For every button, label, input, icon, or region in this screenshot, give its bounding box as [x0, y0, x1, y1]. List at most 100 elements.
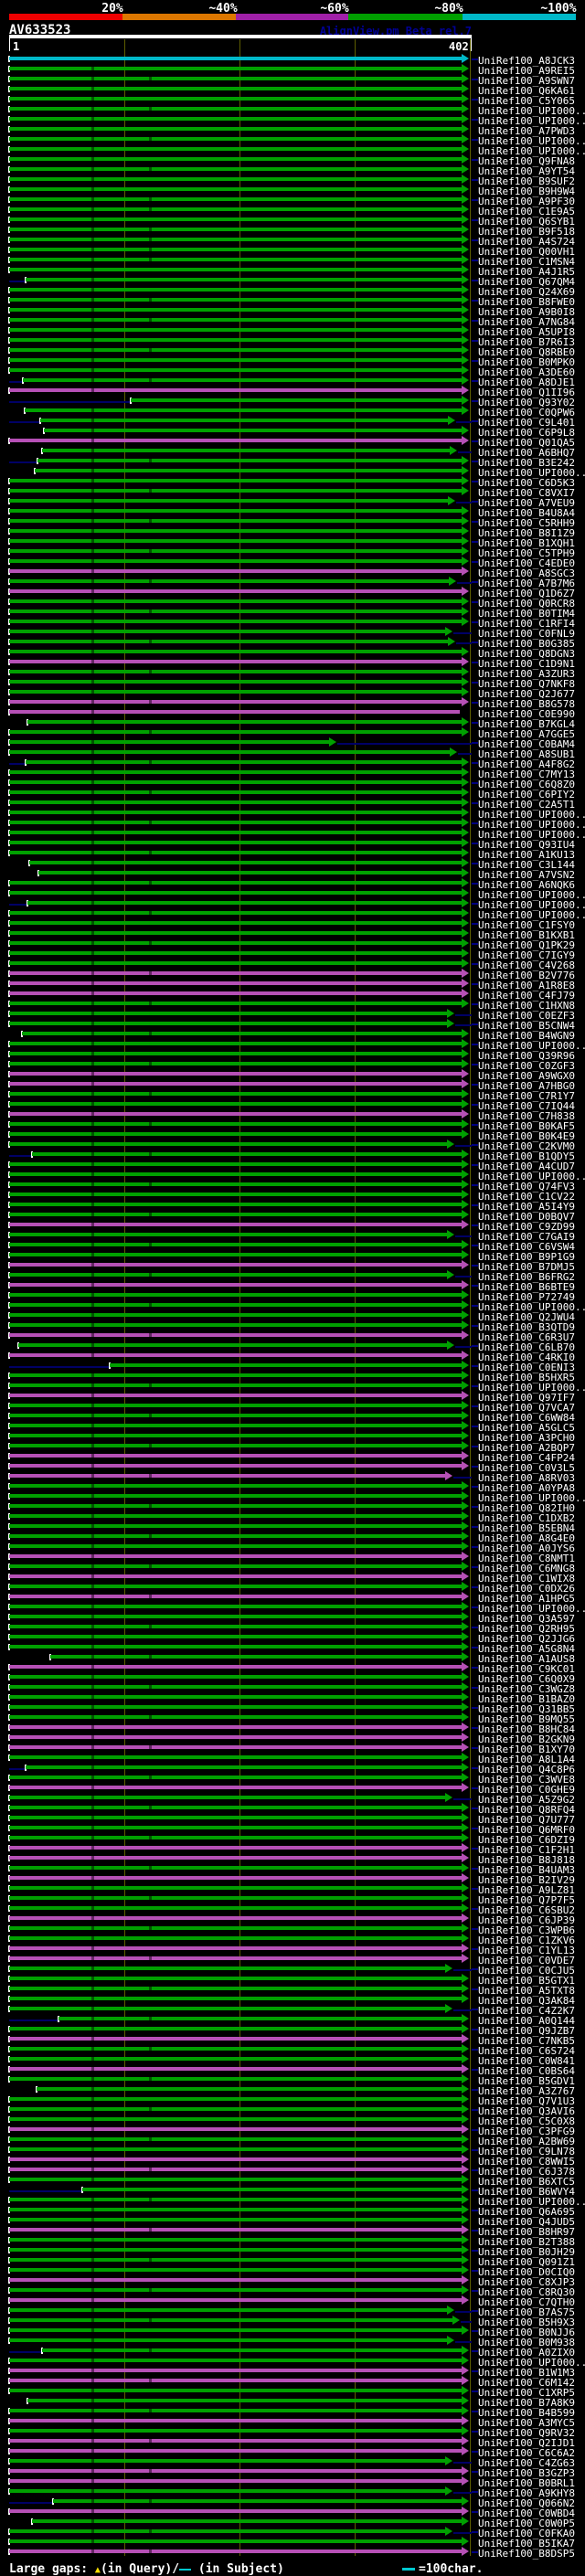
alignment-bar[interactable]	[9, 1383, 462, 1387]
alignment-bar[interactable]	[42, 449, 450, 452]
alignment-bar[interactable]	[9, 1504, 462, 1508]
alignment-bar[interactable]	[9, 1946, 462, 1950]
alignment-bar[interactable]	[9, 137, 462, 141]
alignment-bar[interactable]	[9, 348, 462, 352]
alignment-bar[interactable]	[9, 2248, 462, 2252]
alignment-bar[interactable]	[9, 2218, 462, 2221]
alignment-bar[interactable]	[9, 1283, 462, 1287]
alignment-bar[interactable]	[82, 2188, 462, 2191]
alignment-bar[interactable]	[9, 1916, 462, 1920]
alignment-bar[interactable]	[9, 1605, 462, 1608]
alignment-bar[interactable]	[9, 248, 462, 251]
alignment-bar[interactable]	[9, 1082, 462, 1086]
alignment-bar[interactable]	[9, 539, 462, 543]
alignment-bar[interactable]	[9, 2178, 462, 2181]
alignment-bar[interactable]	[40, 419, 448, 422]
alignment-bar[interactable]	[9, 1554, 462, 1558]
alignment-bar[interactable]	[9, 1132, 462, 1136]
alignment-bar[interactable]	[9, 1866, 462, 1870]
alignment-bar[interactable]	[9, 1303, 462, 1307]
alignment-bar[interactable]	[9, 368, 462, 372]
alignment-bar[interactable]	[9, 2047, 462, 2051]
alignment-bar[interactable]	[9, 2157, 462, 2161]
alignment-bar[interactable]	[18, 1343, 447, 1347]
alignment-bar[interactable]	[9, 1705, 462, 1709]
alignment-bar[interactable]	[9, 1524, 462, 1528]
alignment-bar[interactable]	[9, 2429, 462, 2433]
alignment-bar[interactable]	[9, 1816, 462, 1819]
alignment-bar[interactable]	[9, 1846, 462, 1850]
alignment-bar[interactable]	[9, 831, 462, 834]
alignment-bar[interactable]	[9, 1474, 445, 1478]
alignment-bar[interactable]	[9, 1444, 462, 1447]
alignment-bar[interactable]	[9, 1615, 462, 1618]
alignment-bar[interactable]	[9, 670, 462, 673]
alignment-bar[interactable]	[9, 147, 462, 151]
alignment-bar[interactable]	[9, 1464, 462, 1468]
alignment-bar[interactable]	[9, 1574, 462, 1578]
alignment-bar[interactable]	[9, 358, 462, 362]
alignment-bar[interactable]	[9, 2137, 462, 2141]
alignment-bar[interactable]	[9, 298, 462, 302]
alignment-bar[interactable]	[9, 338, 462, 342]
alignment-bar[interactable]	[9, 258, 462, 261]
alignment-bar[interactable]	[42, 2348, 462, 2352]
alignment-bar[interactable]	[9, 569, 462, 573]
alignment-bar[interactable]	[9, 2369, 462, 2372]
alignment-bar[interactable]	[50, 1655, 462, 1659]
alignment-bar[interactable]	[9, 1454, 462, 1458]
alignment-bar[interactable]	[9, 1695, 462, 1699]
alignment-bar[interactable]	[9, 891, 462, 895]
alignment-bar[interactable]	[9, 77, 462, 80]
alignment-bar[interactable]	[9, 2539, 462, 2543]
alignment-bar[interactable]	[25, 408, 462, 412]
alignment-bar[interactable]	[9, 479, 462, 482]
alignment-bar[interactable]	[9, 921, 462, 925]
alignment-bar[interactable]	[9, 499, 448, 503]
alignment-bar[interactable]	[9, 1404, 462, 1407]
alignment-bar[interactable]	[9, 2067, 462, 2071]
alignment-bar[interactable]	[9, 1022, 447, 1025]
alignment-bar[interactable]	[9, 2268, 462, 2272]
alignment-bar[interactable]	[9, 2288, 462, 2292]
alignment-bar[interactable]	[9, 288, 462, 292]
alignment-bar[interactable]	[9, 1213, 462, 1216]
alignment-bar[interactable]	[9, 1796, 445, 1799]
alignment-bar[interactable]	[9, 640, 448, 643]
alignment-bar[interactable]	[9, 740, 329, 744]
alignment-bar[interactable]	[9, 2107, 462, 2111]
alignment-bar[interactable]	[9, 238, 462, 241]
alignment-bar[interactable]	[9, 1956, 462, 1960]
alignment-bar[interactable]	[9, 1293, 462, 1297]
alignment-bar[interactable]	[9, 961, 462, 965]
alignment-bar[interactable]	[9, 1544, 462, 1548]
alignment-bar[interactable]	[9, 941, 462, 945]
alignment-bar[interactable]	[9, 2228, 462, 2231]
alignment-bar[interactable]	[9, 2509, 462, 2513]
alignment-bar[interactable]	[9, 1926, 462, 1930]
alignment-bar[interactable]	[9, 1102, 462, 1106]
alignment-bar[interactable]	[9, 2238, 462, 2242]
alignment-bar[interactable]	[9, 1585, 462, 1588]
alignment-bar[interactable]	[32, 1152, 462, 1156]
alignment-bar[interactable]	[9, 1776, 462, 1779]
alignment-bar[interactable]	[9, 1203, 462, 1206]
alignment-bar[interactable]	[9, 2057, 462, 2061]
alignment-bar[interactable]	[9, 1494, 462, 1498]
alignment-bar[interactable]	[9, 841, 462, 844]
alignment-bar[interactable]	[9, 167, 462, 171]
alignment-bar[interactable]	[9, 1263, 462, 1267]
alignment-bar[interactable]	[9, 1625, 462, 1628]
alignment-bar[interactable]	[9, 2027, 462, 2030]
alignment-bar[interactable]	[9, 177, 462, 181]
alignment-bar[interactable]	[9, 489, 462, 493]
alignment-bar[interactable]	[9, 971, 462, 975]
alignment-bar[interactable]	[23, 378, 462, 382]
alignment-bar[interactable]	[9, 1806, 462, 1809]
alignment-bar[interactable]	[9, 2389, 462, 2392]
alignment-bar[interactable]	[9, 57, 462, 60]
alignment-bar[interactable]	[9, 1564, 462, 1568]
alignment-bar[interactable]	[9, 1715, 462, 1719]
alignment-bar[interactable]	[9, 2168, 462, 2171]
alignment-bar[interactable]	[9, 2147, 462, 2151]
